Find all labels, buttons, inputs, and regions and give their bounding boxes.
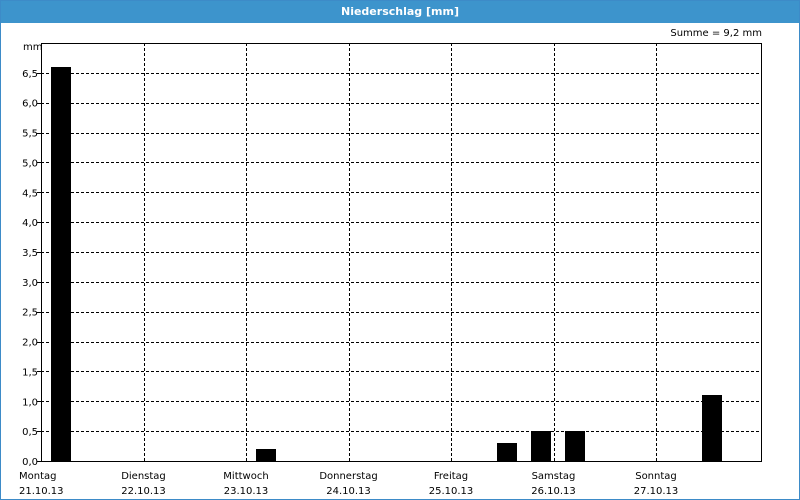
x-tick-date-4: 25.10.13 [429, 486, 474, 497]
x-tick-day-2: Mittwoch [223, 471, 268, 482]
x-tick-day-1: Dienstag [121, 471, 166, 482]
x-tick-date-5: 26.10.13 [531, 486, 576, 497]
bar-1 [256, 449, 276, 461]
bar-5 [702, 395, 722, 461]
y-tick-label-5: 2,5 [22, 308, 38, 319]
y-tick-label-6: 3,0 [22, 278, 38, 289]
x-tick-date-0: 21.10.13 [19, 486, 64, 497]
y-tick-label-7: 3,5 [22, 248, 38, 259]
bar-2 [497, 443, 517, 461]
x-tick-day-5: Samstag [532, 471, 576, 482]
y-axis-unit-label: mm [23, 42, 42, 53]
grid-lines [41, 43, 762, 461]
x-tick-labels: Montag 21.10.13 Dienstag 22.10.13 Mittwoch 23… [19, 471, 678, 497]
sum-label: Summe = 9,2 mm [670, 28, 762, 39]
y-tick-label-2: 1,0 [22, 397, 38, 408]
bar-4 [565, 431, 585, 461]
y-tick-label-13: 6,5 [22, 69, 38, 80]
bar-0 [51, 67, 71, 461]
x-tick-day-3: Donnerstag [319, 471, 377, 482]
x-tick-date-6: 27.10.13 [634, 486, 679, 497]
x-tick-date-1: 22.10.13 [121, 486, 166, 497]
bar-3 [531, 431, 551, 461]
y-tick-label-10: 5,0 [22, 158, 38, 169]
y-tick-label-12: 6,0 [22, 99, 38, 110]
x-tick-day-0: Montag [19, 471, 56, 482]
y-tick-label-11: 5,5 [22, 129, 38, 140]
y-tick-label-9: 4,5 [22, 188, 38, 199]
y-tick-labels: 0,0 0,5 1,0 1,5 2,0 2,5 3,0 3,5 4,0 4,5 5,0 5,5 6,0 6… [22, 69, 41, 468]
y-tick-label-4: 2,0 [22, 338, 38, 349]
y-tick-label-1: 0,5 [22, 427, 38, 438]
y-tick-label-0: 0,0 [22, 457, 38, 468]
x-tick-date-3: 24.10.13 [326, 486, 371, 497]
y-tick-label-3: 1,5 [22, 367, 38, 378]
x-tick-date-2: 23.10.13 [224, 486, 269, 497]
x-tick-day-4: Freitag [434, 471, 468, 482]
y-tick-label-8: 4,0 [22, 218, 38, 229]
precipitation-chart: Summe = 9,2 mm mm 0,0 0,5 1,0 1,5 2,0 2,5 3,0 3… [19, 28, 762, 497]
x-tick-day-6: Sonntag [635, 471, 677, 482]
